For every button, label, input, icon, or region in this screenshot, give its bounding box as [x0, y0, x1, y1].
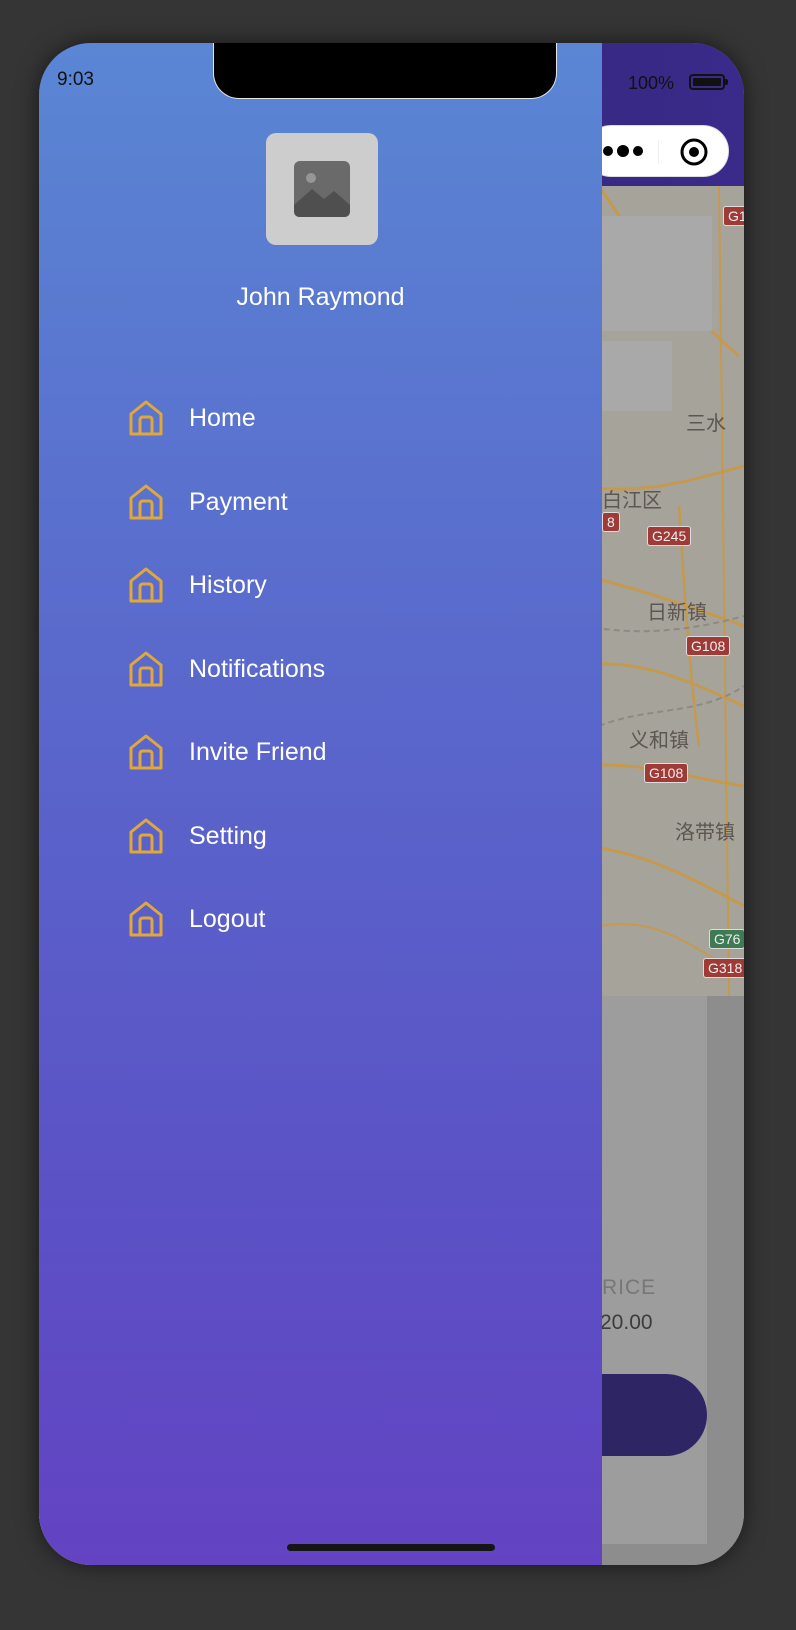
map-place-label: 三水	[686, 413, 726, 435]
menu-item-payment[interactable]: Payment	[128, 483, 327, 567]
road-badge: 8	[602, 512, 620, 532]
menu-item-home[interactable]: Home	[128, 399, 327, 483]
mini-program-capsule[interactable]	[585, 125, 729, 177]
road-badge: G245	[647, 526, 692, 546]
menu-label: History	[189, 571, 267, 599]
menu-item-notifications[interactable]: Notifications	[128, 650, 327, 734]
phone-screen: 三水 白江区 日新镇 义和镇 洛带镇 G245 G108 G108 G76 G3…	[39, 43, 744, 1565]
road-badge: G318	[703, 958, 744, 978]
device-notch	[213, 43, 557, 99]
road-badge: G76	[709, 929, 744, 949]
image-placeholder-icon	[294, 161, 350, 217]
battery-percent: 100%	[628, 73, 675, 93]
drawer-menu: Home Payment History Notifications Invit…	[128, 399, 327, 984]
road-badge: G1	[723, 206, 744, 226]
home-icon	[129, 400, 163, 436]
menu-label: Payment	[189, 487, 288, 516]
close-target-icon[interactable]	[678, 136, 710, 168]
road-badge: G108	[686, 636, 731, 656]
battery-icon	[689, 74, 728, 90]
menu-label: Notifications	[189, 654, 326, 683]
home-indicator[interactable]	[287, 1544, 495, 1551]
menu-label: Logout	[189, 905, 266, 933]
price-label: RICE	[602, 1276, 657, 1299]
map-place-label: 白江区	[602, 490, 662, 512]
menu-item-history[interactable]: History	[128, 566, 327, 650]
user-name: John Raymond	[236, 283, 405, 311]
menu-label: Setting	[189, 821, 267, 850]
status-time: 9:03	[57, 69, 94, 90]
menu-item-setting[interactable]: Setting	[128, 817, 327, 901]
map-overlay-field	[602, 341, 672, 411]
avatar[interactable]	[266, 133, 378, 245]
home-icon	[129, 734, 163, 770]
menu-label: Home	[189, 404, 256, 432]
menu-item-logout[interactable]: Logout	[128, 900, 327, 984]
map-overlay-card	[602, 216, 712, 331]
home-icon	[129, 651, 163, 686]
home-icon	[129, 484, 163, 519]
map-place-label: 义和镇	[629, 730, 689, 752]
map-place-label: 日新镇	[647, 602, 707, 624]
price-value: 20.00	[600, 1311, 653, 1334]
capsule-divider	[658, 140, 659, 164]
home-icon	[129, 901, 163, 937]
home-icon	[129, 567, 163, 603]
more-icon[interactable]	[602, 140, 648, 162]
menu-item-invite-friend[interactable]: Invite Friend	[128, 733, 327, 817]
side-drawer: 9:03 John Raymond Home Payment History N…	[39, 43, 602, 1565]
road-badge: G108	[644, 763, 689, 783]
menu-label: Invite Friend	[189, 738, 327, 766]
map-place-label: 洛带镇	[675, 822, 735, 844]
home-icon	[129, 818, 163, 853]
